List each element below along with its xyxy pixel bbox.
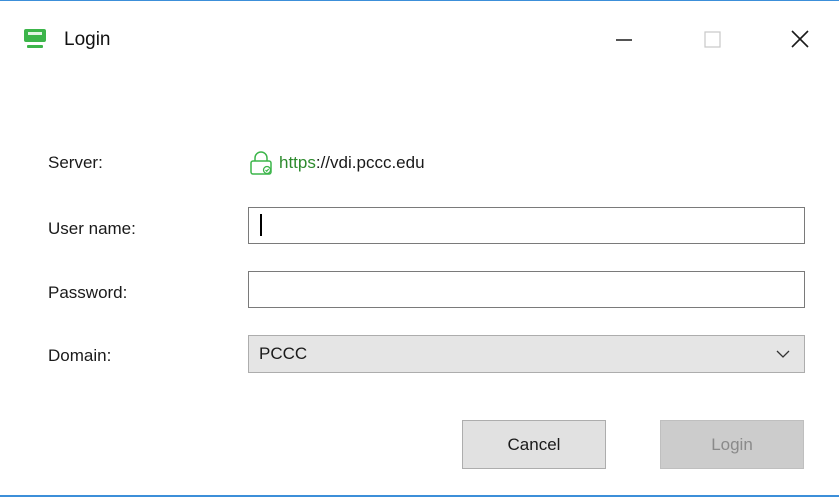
username-field[interactable] <box>248 207 805 244</box>
domain-select[interactable]: PCCC <box>248 335 805 373</box>
server-host: ://vdi.pccc.edu <box>315 153 425 172</box>
monitor-icon <box>24 29 46 48</box>
cancel-button[interactable]: Cancel <box>462 420 606 469</box>
username-label: User name: <box>48 219 136 238</box>
password-label: Password: <box>48 283 128 302</box>
login-dialog: Login Server: https://vdi.pccc.edu User… <box>0 0 839 497</box>
close-button[interactable] <box>770 17 830 61</box>
password-field[interactable] <box>248 271 805 308</box>
server-label: Server: <box>48 153 103 172</box>
server-address: https://vdi.pccc.edu <box>248 149 425 177</box>
text-caret <box>260 214 262 236</box>
close-icon <box>791 30 809 48</box>
chevron-down-icon <box>776 350 790 358</box>
maximize-button[interactable] <box>682 17 742 61</box>
minimize-button[interactable] <box>594 17 654 61</box>
minimize-icon <box>616 39 632 41</box>
maximize-icon <box>704 31 721 48</box>
window-title: Login <box>64 29 111 50</box>
lock-icon <box>250 151 272 175</box>
login-button[interactable]: Login <box>660 420 804 469</box>
title-bar[interactable]: Login <box>0 1 839 79</box>
domain-value: PCCC <box>259 344 308 363</box>
domain-label: Domain: <box>48 346 112 365</box>
server-scheme: https <box>279 153 316 172</box>
